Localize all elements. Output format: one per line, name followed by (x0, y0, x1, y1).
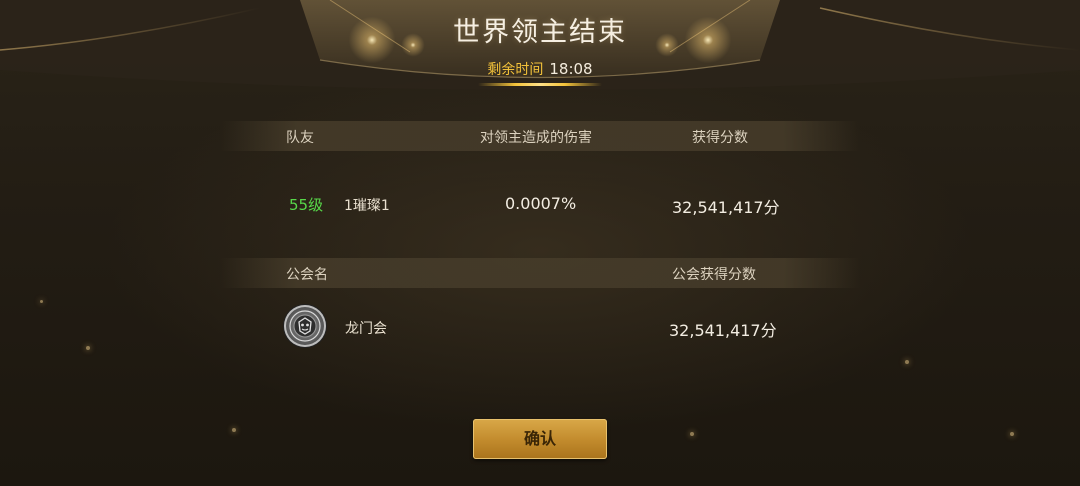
ambient-particle (86, 346, 90, 350)
confirm-button[interactable]: 确认 (473, 419, 607, 459)
team-table-header: 队友 对领主造成的伤害 获得分数 (220, 121, 860, 151)
page-title: 世界领主结束 (453, 17, 627, 48)
teammate-score: 32,541,417分 (672, 198, 780, 217)
ambient-particle (232, 428, 236, 432)
header-gold-underline (478, 83, 602, 86)
remaining-time-value: 18:08 (549, 60, 593, 78)
column-teammate: 队友 (286, 130, 314, 146)
guild-table-header: 公会名 公会获得分数 (220, 258, 860, 288)
guild-name: 龙门会 (345, 321, 387, 337)
ambient-particle (690, 432, 694, 436)
remaining-time: 剩余时间 18:08 (0, 59, 1080, 79)
ambient-particle (905, 360, 909, 364)
remaining-time-label: 剩余时间 (487, 62, 544, 78)
teammate-level: 55级 (289, 196, 324, 214)
header-banner: 世界领主结束 剩余时间 18:08 (0, 0, 1080, 96)
ambient-particle (1010, 432, 1014, 436)
column-guild-score: 公会获得分数 (672, 267, 756, 283)
teammate-damage: 0.0007% (505, 194, 577, 213)
guild-emblem-icon (284, 305, 326, 347)
ambient-particle (40, 300, 43, 303)
column-guild-name: 公会名 (286, 267, 328, 283)
teammate-name: 1璀璨1 (344, 198, 390, 214)
guild-score: 32,541,417分 (669, 321, 777, 340)
column-damage: 对领主造成的伤害 (480, 130, 592, 146)
column-score: 获得分数 (692, 130, 748, 146)
